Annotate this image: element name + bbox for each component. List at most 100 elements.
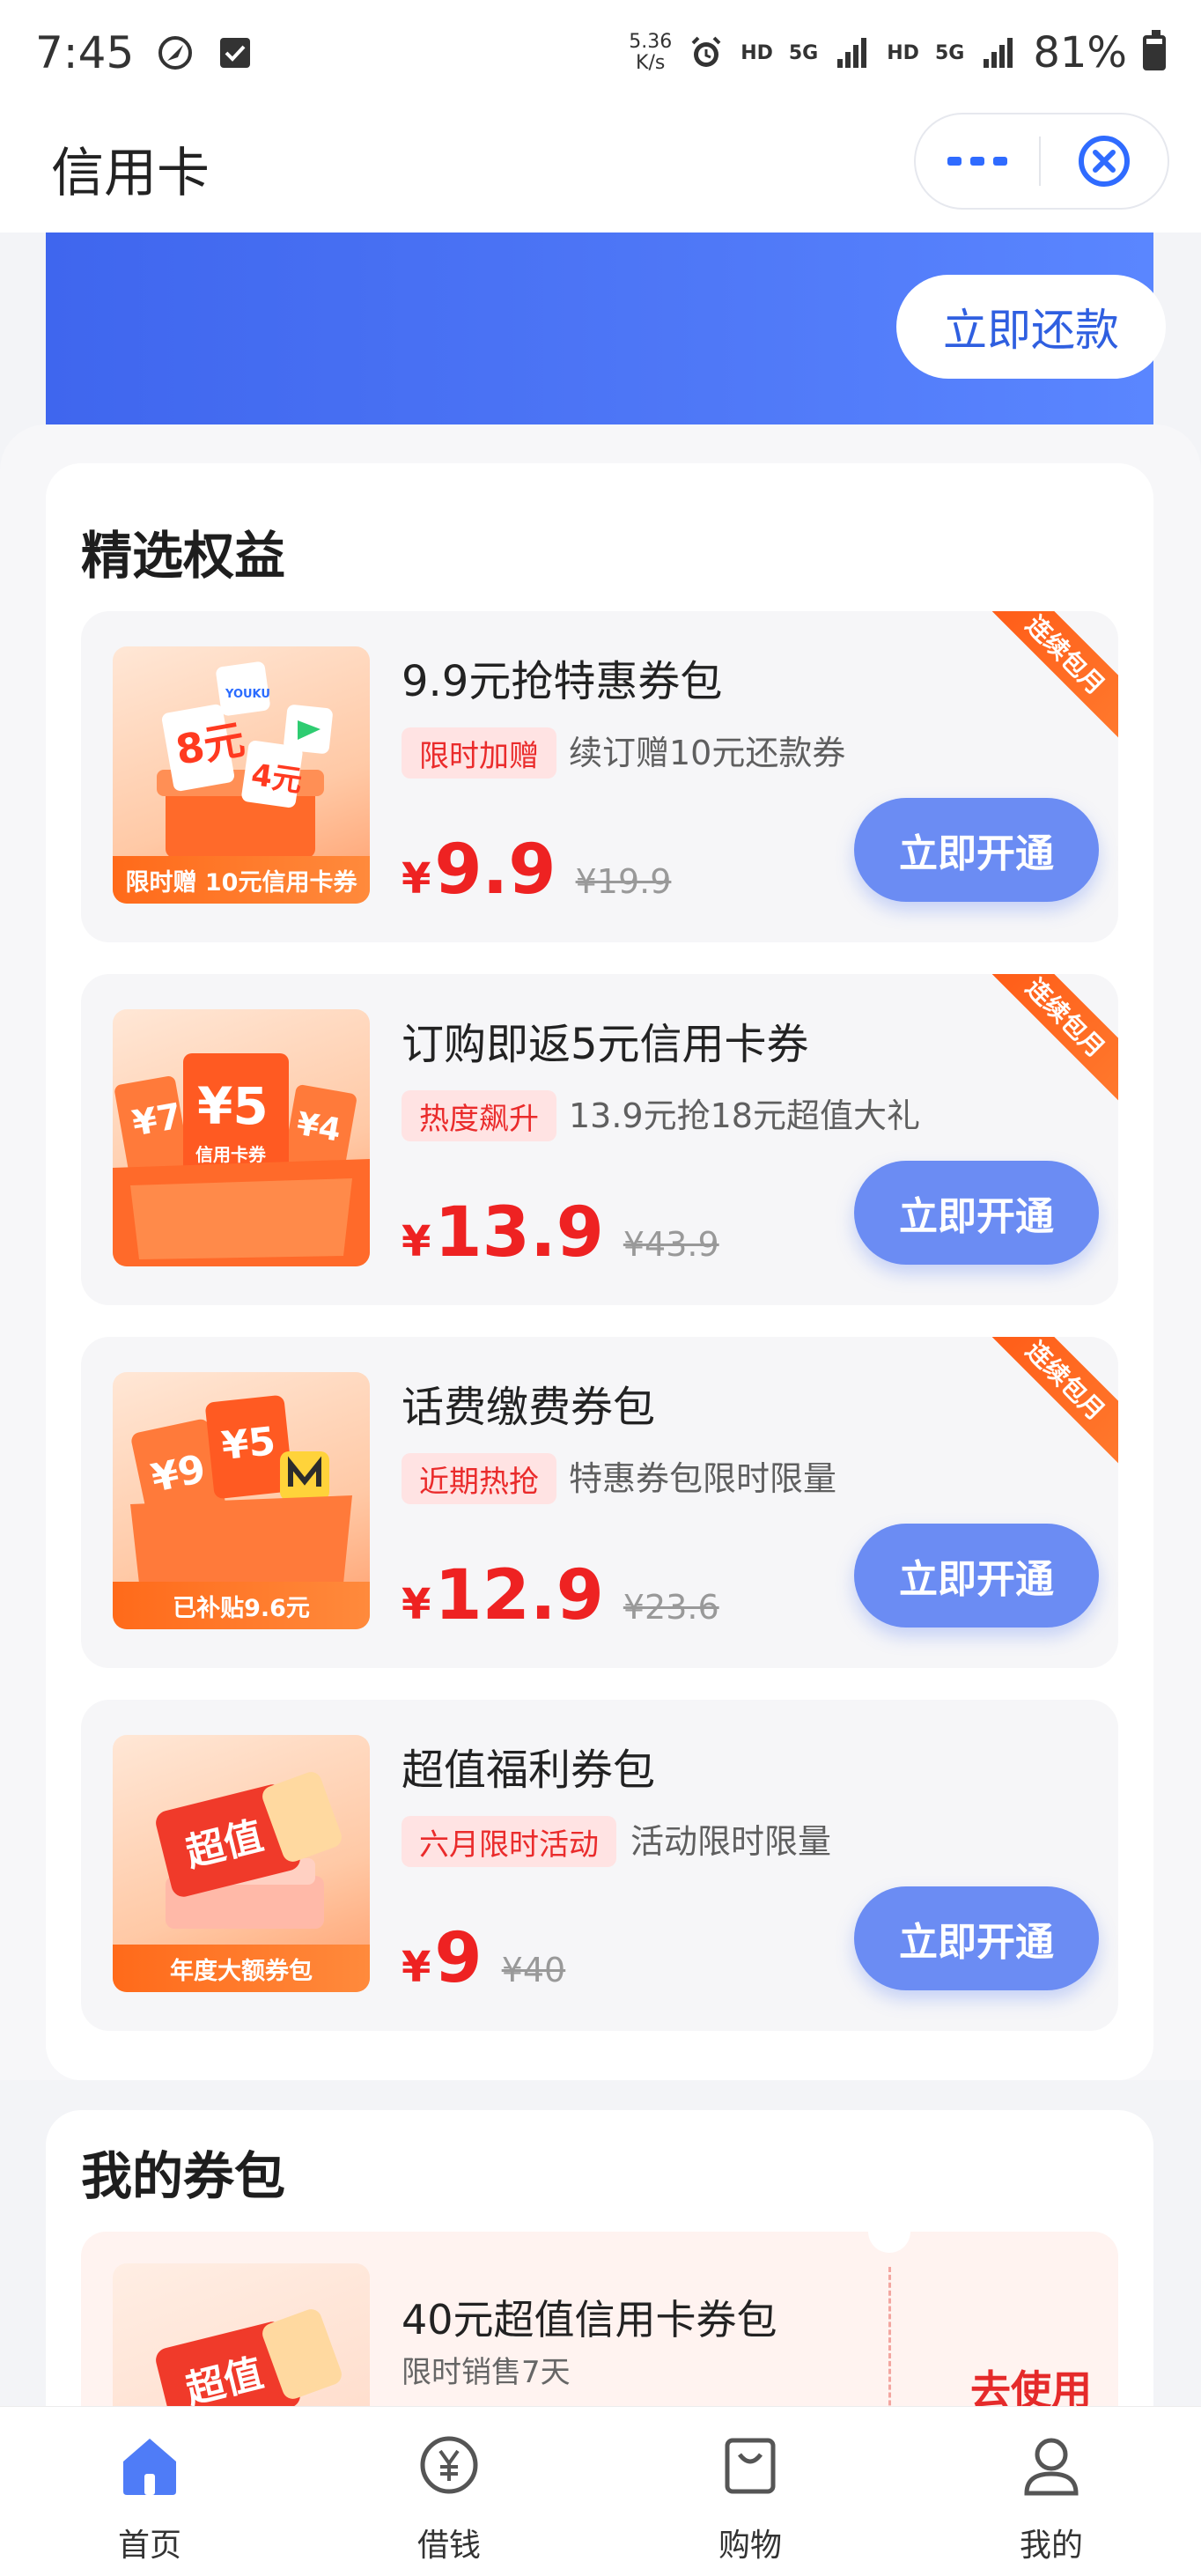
battery-percent: 81% [1033,28,1127,78]
battery-icon [1143,30,1166,70]
tab-label: 首页 [117,2528,181,2564]
coupon-notch [868,2232,910,2253]
activate-button[interactable]: 立即开通 [854,1161,1099,1265]
coupon-label: 信用卡券 [195,1144,267,1165]
offer-tag: 近期热抢 [402,1453,556,1504]
tab-label: 购物 [718,2528,782,2564]
user-icon [1024,2438,1079,2496]
coupon-value-7: ¥7 [129,1096,185,1144]
coupon-illustration: ¥9 ¥5 [130,1395,352,1583]
repay-now-button[interactable]: 立即还款 [896,275,1166,379]
benefits-title: 精选权益 [81,526,286,586]
shopping-bag-icon [725,2438,776,2494]
coupon-illustration: 超值 [156,1772,342,1929]
offer-tag: 六月限时活动 [402,1816,616,1867]
repay-banner: 立即还款 [46,233,1166,444]
coupon-value-4: 4元 [249,757,305,800]
status-bar: 7:45 5.36 K/s HD 5G HD 5G 81% [0,0,1201,106]
tab-home[interactable]: 首页 [53,2407,247,2576]
more-dot [947,157,962,166]
hd-label-2: HD [887,41,919,64]
coupon-title: 40元超值信用卡券包 [402,2296,777,2343]
offer-description: 活动限时限量 [630,1822,832,1861]
coupon-pack-image: ¥9 ¥5 已补贴9.6元 [113,1372,370,1629]
activate-button[interactable]: 立即开通 [854,798,1099,902]
youku-logo-text: YOUKU [225,688,270,701]
coupon-value-5: ¥5 [219,1419,277,1469]
currency-symbol: ¥ [402,1580,431,1629]
coupon-subtitle: 限时销售7天 [402,2355,571,2390]
offer-price: ¥ 12.9 ¥23.6 [402,1561,719,1631]
activate-button[interactable]: 立即开通 [854,1886,1099,1990]
alarm-icon [691,36,721,67]
more-dot [993,157,1007,166]
offer-card[interactable]: 连续包月 ¥7 ¥4 ¥5 信用卡券 订购即返5元信用卡券 热度飙升 13.9元… [81,974,1118,1305]
offer-title: 订购即返5元信用卡券 [402,1020,809,1069]
currency-symbol: ¥ [402,1217,431,1266]
coupon-illustration: ¥7 ¥4 ¥5 信用卡券 [113,1053,370,1266]
offer-tag: 限时加赠 [402,727,556,779]
compass-icon [158,36,193,70]
tab-label: 借钱 [416,2528,481,2564]
app-header: 信用卡 [0,106,1201,233]
currency-symbol: ¥ [402,1943,431,1992]
checkbox-icon [220,38,251,68]
hd-label-1: HD [740,41,773,64]
bottom-tab-bar: 首页 借钱 购物 我的 [0,2406,1201,2576]
original-price: ¥19.9 [575,862,672,901]
offer-price: ¥ 13.9 ¥43.9 [402,1198,719,1268]
more-button[interactable] [916,114,1039,208]
tab-borrow[interactable]: 借钱 [352,2407,546,2576]
offer-title: 超值福利券包 [402,1746,656,1795]
offer-title: 9.9元抢特惠券包 [402,657,723,706]
price-amount: 13.9 [434,1193,604,1273]
net-speed: 5.36 K/s [629,31,673,74]
offer-card[interactable]: 连续包月 ¥9 ¥5 已补贴9.6元 话费缴费券包 近期热抢 特惠券包限时限量 … [81,1337,1118,1668]
coupon-pack-image: ¥7 ¥4 ¥5 信用卡券 [113,1009,370,1266]
image-caption: 已补贴9.6元 [113,1582,370,1629]
coupon-value-4: ¥4 [294,1106,343,1149]
signal-label-2: 5G [934,41,965,64]
close-button[interactable] [1041,114,1168,208]
monthly-ribbon: 连续包月 [979,1337,1118,1467]
offer-title: 话费缴费券包 [402,1383,656,1432]
activate-button[interactable]: 立即开通 [854,1524,1099,1628]
mini-program-capsule [914,113,1169,210]
signal-icon [837,38,867,68]
monthly-ribbon: 连续包月 [979,974,1118,1104]
offer-price: ¥ 9.9 ¥19.9 [402,835,671,905]
original-price: ¥23.6 [623,1588,719,1627]
offer-description: 13.9元抢18元超值大礼 [569,1096,920,1135]
home-icon [123,2439,176,2495]
image-caption: 限时赠 10元信用卡券 [113,856,370,904]
tab-shopping[interactable]: 购物 [653,2407,847,2576]
close-circle-icon [1079,136,1130,187]
price-amount: 12.9 [434,1556,604,1635]
image-caption: 年度大额券包 [113,1945,370,1992]
monthly-ribbon: 连续包月 [979,611,1118,742]
offer-card[interactable]: 连续包月 8元 4元 YOUKU 限时赠 10元信用卡券 9.9元抢特惠券包 限… [81,611,1118,942]
offer-description: 续订赠10元还款券 [569,734,846,772]
price-amount: 9 [434,1919,483,1998]
coupon-pack-image: 超值 年度大额券包 [113,1735,370,1992]
offer-tag: 热度飙升 [402,1090,556,1141]
offer-description: 特惠券包限时限量 [569,1459,837,1498]
more-dot [970,157,984,166]
coupon-pack-image: 8元 4元 YOUKU 限时赠 10元信用卡券 [113,646,370,904]
signal-label-1: 5G [788,41,819,64]
currency-symbol: ¥ [402,854,431,904]
status-time: 7:45 [35,27,135,78]
signal-icon-2 [984,38,1013,68]
page-title: 信用卡 [51,143,210,204]
tab-label: 我的 [1019,2528,1083,2564]
coupon-value-5: ¥5 [197,1076,269,1136]
original-price: ¥40 [501,1951,566,1989]
yuan-circle-icon [420,2436,478,2494]
offer-price: ¥ 9 ¥40 [402,1923,565,1994]
tab-mine[interactable]: 我的 [954,2407,1148,2576]
my-coupons-title: 我的券包 [81,2146,286,2206]
price-amount: 9.9 [434,830,556,910]
coupon-illustration: 8元 4元 YOUKU [157,661,333,858]
original-price: ¥43.9 [623,1225,719,1264]
offer-card[interactable]: 超值 年度大额券包 超值福利券包 六月限时活动 活动限时限量 ¥ 9 ¥40 立… [81,1700,1118,2031]
